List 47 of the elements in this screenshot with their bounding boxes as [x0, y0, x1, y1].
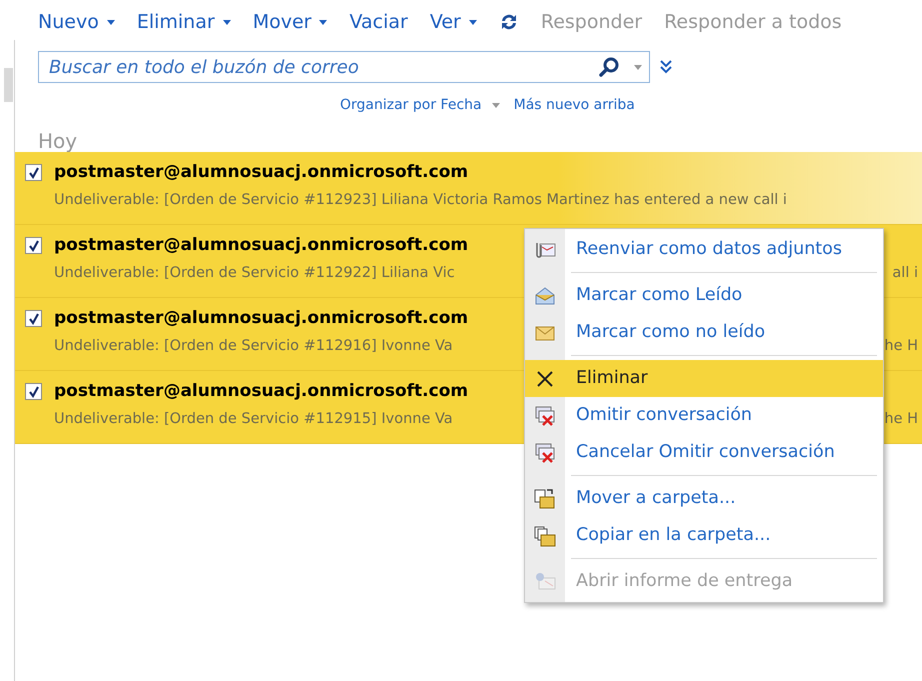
- scrollbar-thumb[interactable]: [4, 68, 13, 102]
- open-envelope-icon: [533, 284, 557, 306]
- caret-icon[interactable]: [634, 64, 642, 70]
- caret-icon: [319, 20, 328, 24]
- checkbox[interactable]: [25, 310, 42, 328]
- message-preview: he H: [884, 410, 918, 428]
- message-preview: Undeliverable: [Orden de Servicio #112922] Liliana Vic: [54, 264, 455, 282]
- search-field[interactable]: Buscar en todo el buzón de correo: [38, 51, 650, 83]
- folder-move-icon: [533, 488, 557, 510]
- message-preview: he H: [884, 336, 918, 356]
- sender-address: postmaster@alumnosuacj.onmicrosoft.com: [54, 307, 468, 330]
- sort-order-link[interactable]: Más nuevo arriba: [514, 95, 635, 116]
- caret-icon: [222, 20, 231, 24]
- expand-icon[interactable]: [660, 60, 672, 74]
- toolbar-button[interactable]: Ver: [430, 8, 477, 36]
- toolbar-button[interactable]: Eliminar: [136, 8, 231, 36]
- folder-copy-icon: [533, 524, 557, 546]
- sort-dropdown[interactable]: Organizar por Fecha: [340, 95, 500, 116]
- sender-address: postmaster@alumnosuacj.onmicrosoft.com: [54, 234, 468, 257]
- checkbox[interactable]: [25, 237, 42, 254]
- message-preview: Undeliverable: [Orden de Servicio #112923] Liliana Victoria Ramos Martinez has entered a new call i: [54, 190, 787, 210]
- message-preview: Undeliverable: [Orden de Servicio #112916] Ivonne Va: [54, 336, 453, 356]
- search-icon[interactable]: [598, 56, 620, 78]
- sender-address: postmaster@alumnosuacj.onmicrosoft.com: [54, 380, 468, 403]
- message-row[interactable]: postmaster@alumnosuacj.onmicrosoft.com Undeliverable: [Orden de Servicio #112923] Liliana Victoria Ramos Martinez has entered a new call i: [15, 152, 922, 225]
- toolbar-button[interactable]: Mover: [252, 8, 328, 36]
- group-header: Hoy: [38, 130, 78, 152]
- menu-item[interactable]: Mover a carpeta...: [525, 480, 883, 517]
- caret-icon: [106, 20, 115, 24]
- menu-item[interactable]: Eliminar: [525, 360, 883, 397]
- checkbox[interactable]: [25, 383, 42, 400]
- sender-address: postmaster@alumnosuacj.onmicrosoft.com: [54, 161, 468, 184]
- toolbar-button[interactable]: Nuevo: [38, 8, 115, 36]
- ignore-conversation-icon: [533, 404, 557, 426]
- caret-icon: [492, 103, 500, 108]
- ignore-conversation-icon: [533, 442, 557, 464]
- menu-item[interactable]: Marcar como no leído: [525, 314, 883, 351]
- menu-item[interactable]: Omitir conversación: [525, 397, 883, 434]
- delivery-report-icon: [533, 570, 557, 592]
- checkbox[interactable]: [25, 164, 42, 182]
- toolbar-button[interactable]: Vaciar: [349, 8, 408, 36]
- message-preview: Undeliverable: [Orden de Servicio #112915] Ivonne Va: [54, 410, 453, 428]
- caret-icon: [468, 20, 477, 24]
- close-icon: [535, 368, 555, 388]
- menu-item[interactable]: Copiar en la carpeta...: [525, 517, 883, 554]
- message-preview: all i: [892, 264, 918, 282]
- menu-item[interactable]: Reenviar como datos adjuntos: [525, 231, 883, 268]
